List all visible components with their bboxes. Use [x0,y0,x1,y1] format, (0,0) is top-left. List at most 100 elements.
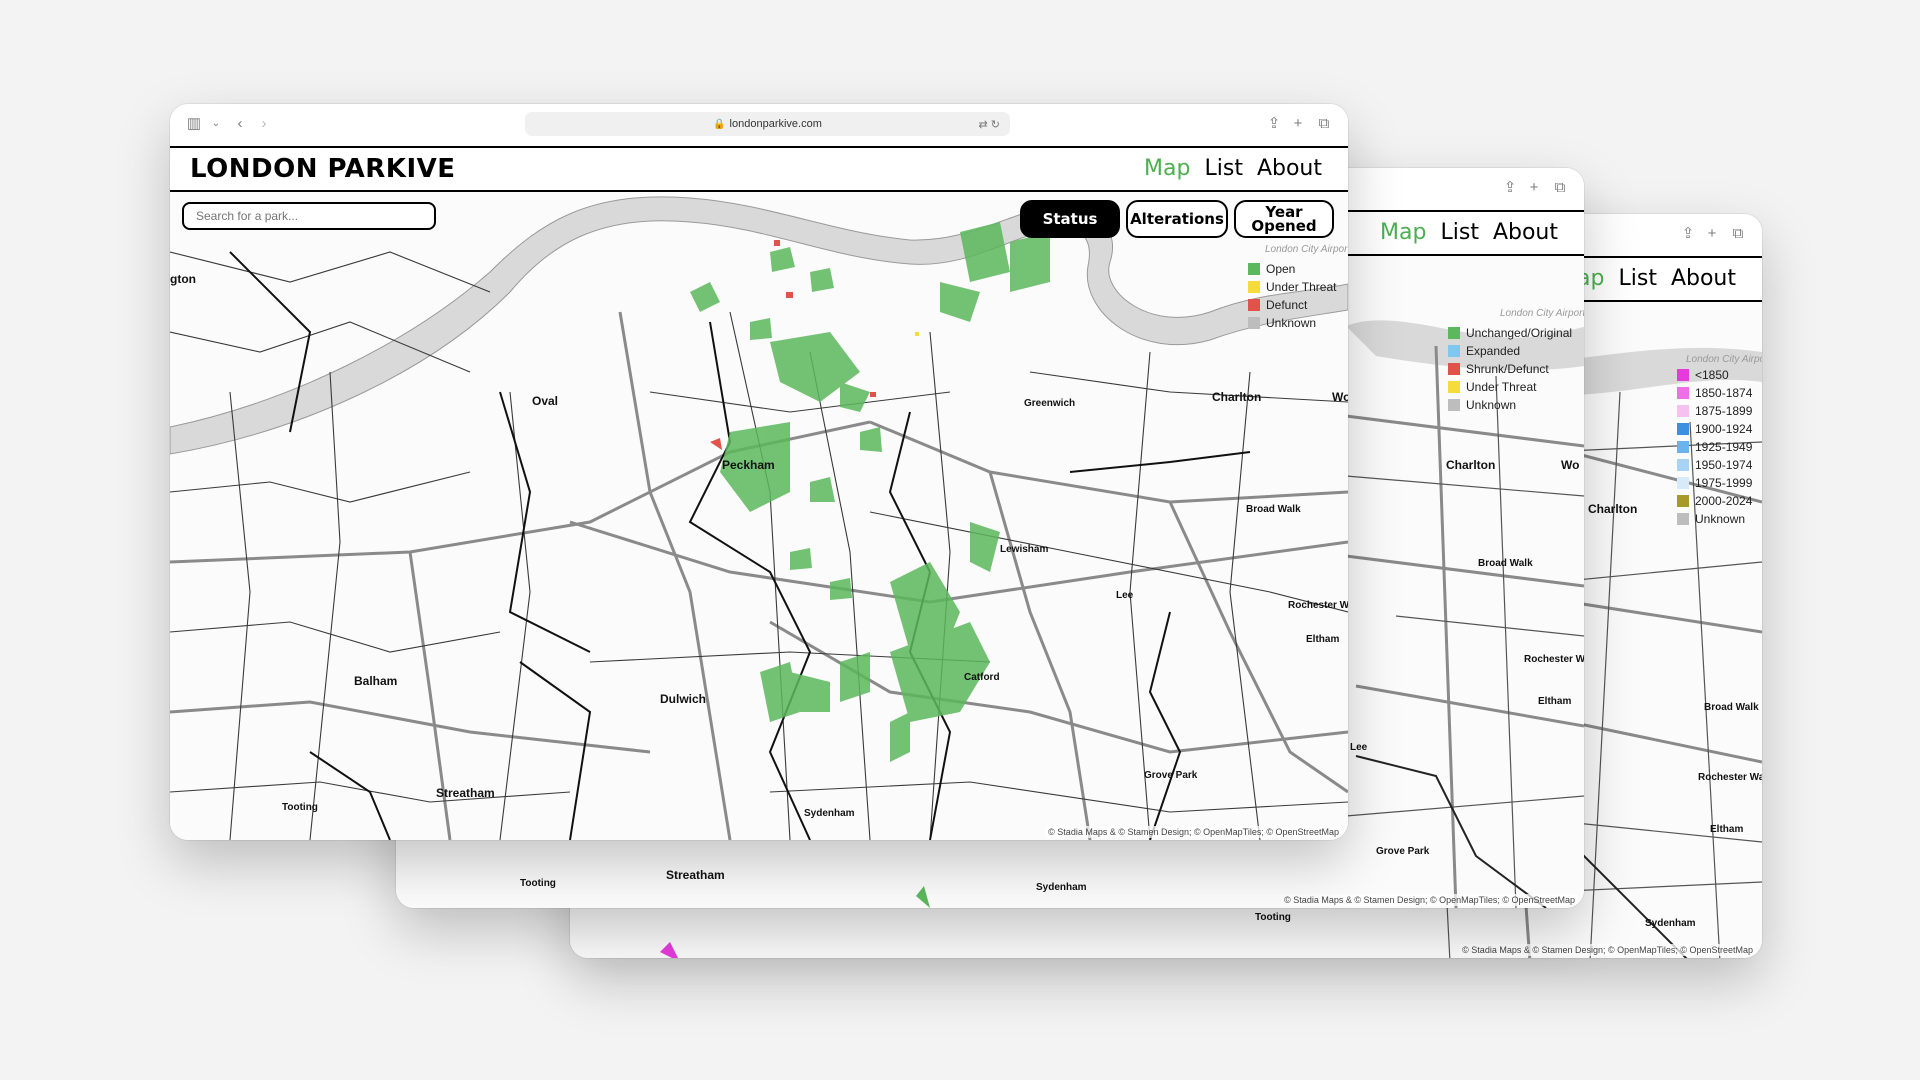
map-label-eltham: Eltham [1306,634,1340,645]
map-canvas [170,192,1348,840]
map-label-tooting: Tooting [520,878,556,889]
map-label-airport: London City Airport [1265,244,1348,255]
status-legend: Open Under Threat Defunct Unknown [1248,260,1336,332]
legend-label: Under Threat [1266,280,1337,294]
nav-map[interactable]: Map [1380,220,1426,245]
main-nav: Map List About [1380,220,1558,245]
share-icon[interactable]: ⇪ [1500,176,1520,200]
share-icon[interactable]: ⇪ [1264,112,1284,136]
map-label-eltham: Eltham [1710,824,1744,835]
browser-toolbar: ▥ ⌄ ‹ › 🔒 londonparkive.com ⇄ ↻ ⇪ + ⧉ [170,104,1348,146]
map-label-charlton: Charlton [1212,390,1262,404]
map-label-oval: Oval [532,394,559,408]
main-nav: Map List About [1558,266,1736,291]
back-icon[interactable]: ‹ [230,112,250,136]
nav-about[interactable]: About [1493,220,1558,245]
year-opened-line2: Opened [1251,217,1317,235]
legend-swatch [1677,477,1689,489]
legend-label: <1850 [1695,368,1729,382]
park-search-input[interactable] [182,202,436,230]
site-header: LONDON PARKIVE Map List About [170,146,1348,192]
legend-swatch [1677,423,1689,435]
legend-swatch [1448,381,1460,393]
legend-label: 1950-1974 [1695,458,1753,472]
map-attribution: © Stadia Maps & © Stamen Design; © OpenM… [1045,826,1342,838]
lock-icon: 🔒 [713,118,726,130]
legend-swatch [1448,345,1460,357]
map-label-lewisham: Lewisham [1000,544,1049,555]
map-label-streatham: Streatham [666,868,725,882]
year-opened-legend: <1850 1850-1874 1875-1899 1900-1924 1925… [1677,366,1752,528]
legend-swatch [1448,363,1460,375]
legend-swatch [1677,369,1689,381]
map-label-streatham: Streatham [436,786,495,800]
legend-label: 1900-1924 [1695,422,1753,436]
legend-swatch [1448,327,1460,339]
tab-overview-icon[interactable]: ⧉ [1728,222,1748,246]
sidebar-icon[interactable]: ▥ [184,112,204,136]
map-attribution: © Stadia Maps & © Stamen Design; © OpenM… [1459,944,1756,956]
nav-list[interactable]: List [1440,220,1478,245]
new-tab-icon[interactable]: + [1702,222,1722,246]
legend-label: Unchanged/Original [1466,326,1573,340]
map-label-peckham: Peckham [722,458,775,472]
map-label-airport: London City Airport [1500,308,1584,319]
share-icon[interactable]: ⇪ [1678,222,1698,246]
legend-label: Under Threat [1466,380,1537,394]
nav-list[interactable]: List [1204,156,1242,181]
map-label-broad-walk: Broad Walk [1704,702,1759,713]
legend-swatch [1677,387,1689,399]
map-label-woolwich: Wo [1561,458,1580,472]
browser-window-status: ▥ ⌄ ‹ › 🔒 londonparkive.com ⇄ ↻ ⇪ + ⧉ LO… [170,104,1348,840]
legend-swatch [1248,299,1260,311]
legend-label: 1975-1999 [1695,476,1753,490]
legend-swatch [1677,459,1689,471]
legend-swatch [1677,495,1689,507]
nav-map[interactable]: Map [1144,156,1190,181]
map-label-greenwich: Greenwich [1024,398,1076,409]
legend-swatch [1248,281,1260,293]
map-label-airport: London City Airport [1686,354,1762,365]
nav-about[interactable]: About [1257,156,1322,181]
map-label-tooting: Tooting [282,802,318,813]
map-mode-toggles: Status Alterations Year Opened [1020,200,1334,238]
legend-label: 1875-1899 [1695,404,1753,418]
address-bar[interactable]: 🔒 londonparkive.com ⇄ ↻ [525,112,1010,136]
year-opened-toggle[interactable]: Year Opened [1234,200,1334,238]
map-label-broad-walk: Broad Walk [1246,504,1301,515]
map-label-lee: Lee [1350,742,1368,753]
new-tab-icon[interactable]: + [1524,176,1544,200]
chevron-down-icon[interactable]: ⌄ [206,112,226,136]
map-label-rochester-way: Rochester Way [1698,772,1762,783]
map-label-grove-park: Grove Park [1376,846,1430,857]
nav-list[interactable]: List [1618,266,1656,291]
new-tab-icon[interactable]: + [1288,112,1308,136]
tab-overview-icon[interactable]: ⧉ [1550,176,1570,200]
legend-label: Unknown [1266,316,1317,330]
map-label-rochester-way: Rochester Way [1288,600,1348,611]
legend-swatch [1448,399,1460,411]
map-label-catford: Catford [964,672,1000,683]
status-toggle[interactable]: Status [1020,200,1120,238]
legend-label: Shrunk/Defunct [1466,362,1549,376]
map-label-balham: Balham [354,674,398,688]
map-label-tooting: Tooting [1255,912,1291,923]
legend-label: Unknown [1466,398,1517,412]
map-label-charlton: Charlton [1588,502,1638,516]
map-label-lee: Lee [1116,590,1134,601]
legend-swatch [1248,317,1260,329]
map-label-sydenham: Sydenham [1036,882,1087,893]
map-label-sydenham: Sydenham [804,808,855,819]
tab-overview-icon[interactable]: ⧉ [1314,112,1334,136]
map-label-woolwich: Wo [1332,390,1348,404]
legend-label: Defunct [1266,298,1308,312]
site-logo[interactable]: LONDON PARKIVE [190,154,456,184]
map-view[interactable]: Status Alterations Year Opened London Ci… [170,192,1348,840]
legend-label: 1850-1874 [1695,386,1753,400]
legend-label: Expanded [1466,344,1521,358]
map-label-broad-walk: Broad Walk [1478,558,1533,569]
nav-about[interactable]: About [1671,266,1736,291]
alterations-toggle[interactable]: Alterations [1126,200,1228,238]
forward-icon[interactable]: › [254,112,274,136]
translate-reload-icon[interactable]: ⇄ ↻ [979,118,1001,131]
